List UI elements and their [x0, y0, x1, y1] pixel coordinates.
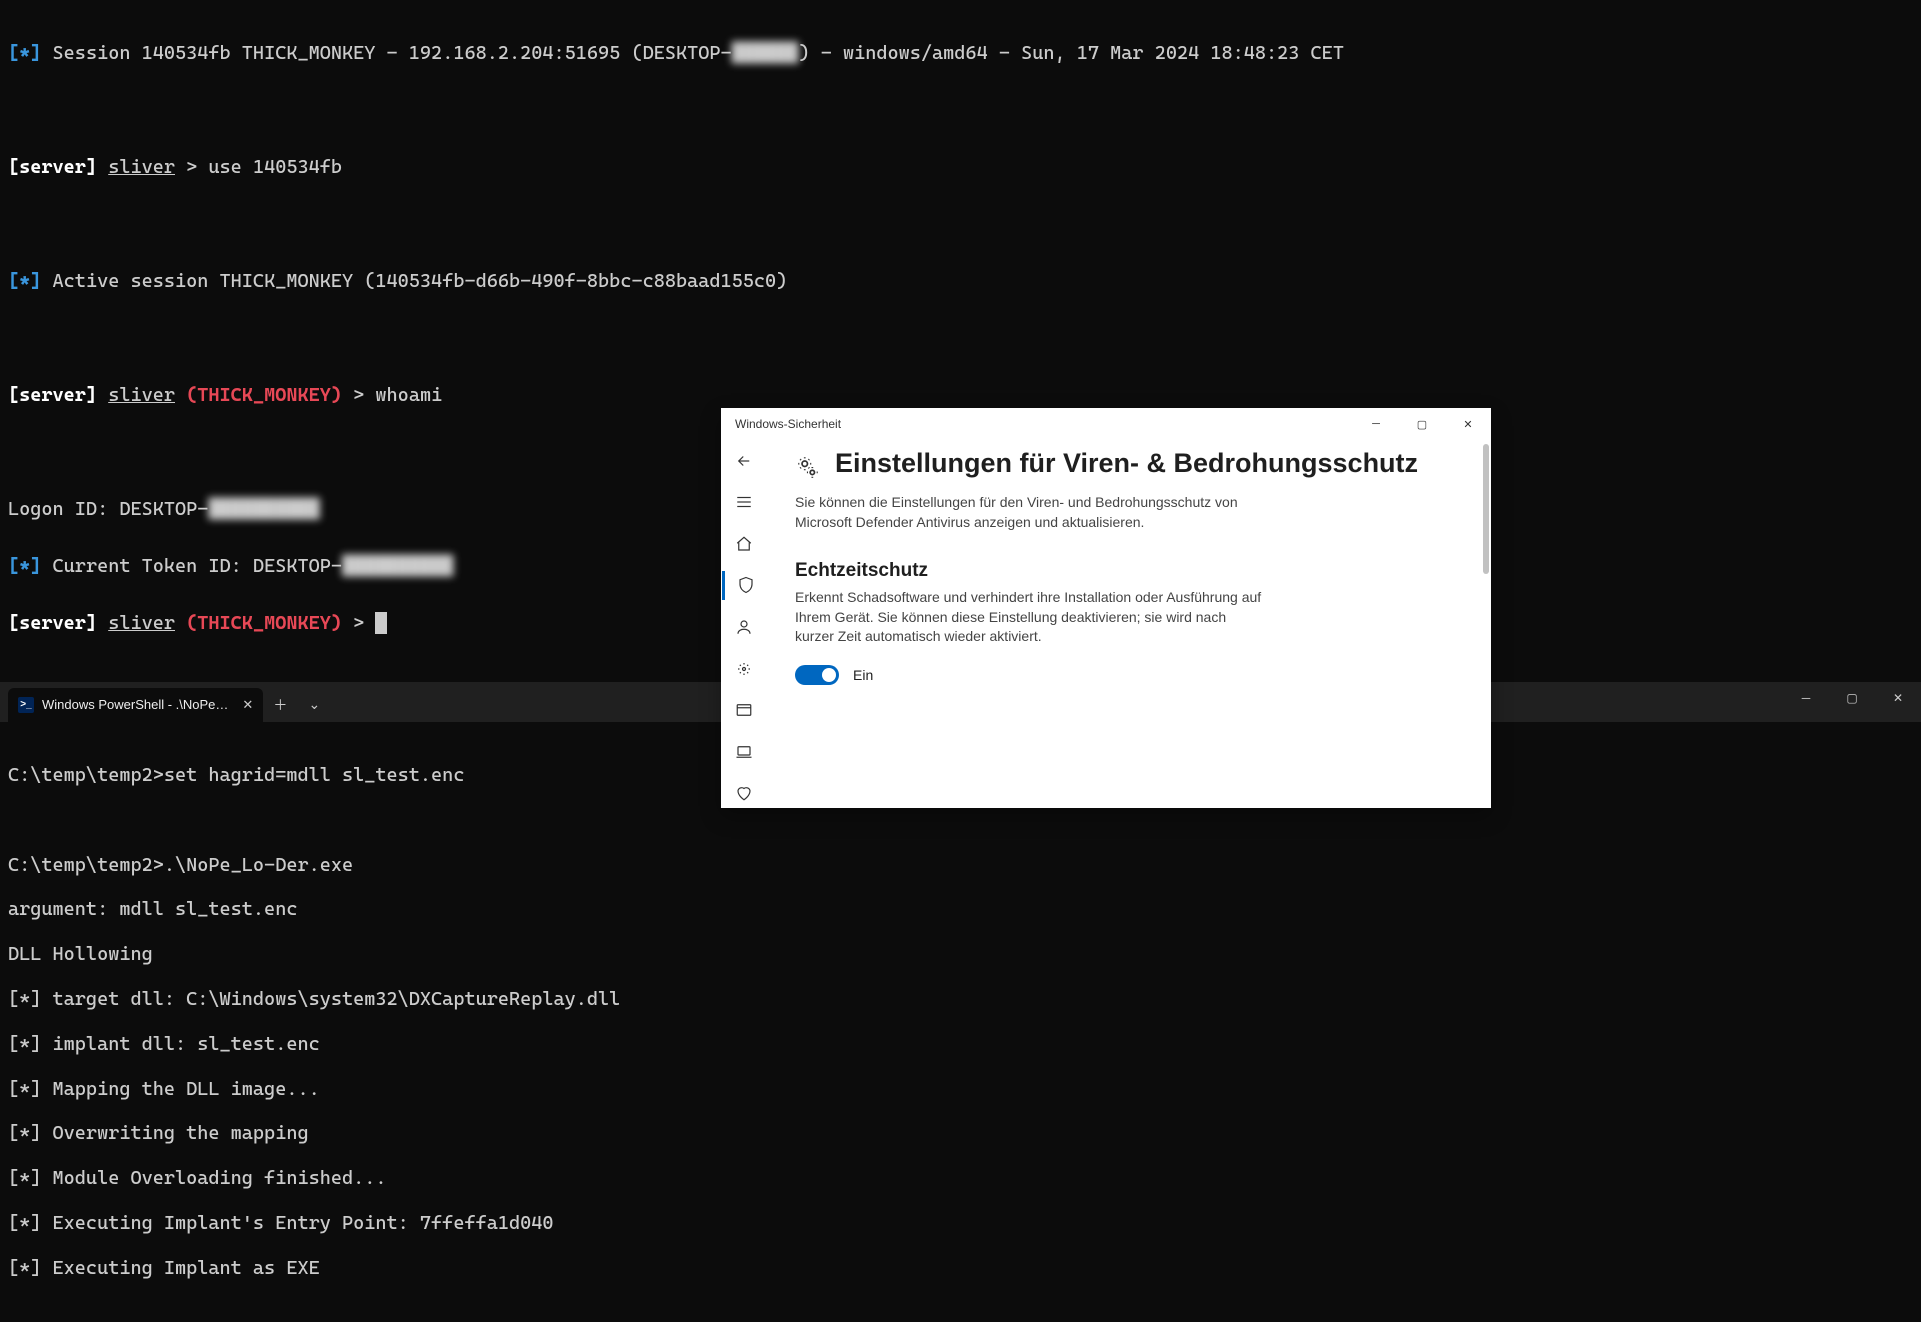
close-window-button[interactable]: ✕	[1875, 682, 1921, 714]
blank-line	[8, 96, 1913, 125]
powershell-output: C:\temp\temp2>set hagrid=mdll sl_test.en…	[0, 722, 1921, 1322]
winsec-section-description: Erkennt Schadsoftware und verhindert ihr…	[795, 588, 1265, 647]
home-icon[interactable]	[722, 529, 766, 559]
blank-line	[8, 324, 1913, 353]
device-security-icon[interactable]	[722, 737, 766, 767]
winsec-minimize-button[interactable]: ─	[1353, 409, 1399, 439]
winsec-nav	[721, 440, 767, 808]
cursor	[375, 612, 387, 634]
back-button[interactable]	[722, 446, 766, 476]
toggle-label: Ein	[853, 667, 873, 683]
ps-line	[8, 809, 1913, 831]
tab-close-button[interactable]: ✕	[242, 697, 253, 713]
ps-line: [*] target dll: C:\Windows\system32\DXCa…	[8, 988, 1913, 1010]
tab-dropdown-button[interactable]: ⌄	[297, 688, 331, 722]
ps-line: [*] implant dll: sl_test.enc	[8, 1033, 1913, 1055]
winsec-title-label: Windows-Sicherheit	[735, 417, 841, 431]
tab-title: Windows PowerShell - .\NoPe…	[42, 697, 228, 712]
powershell-icon: >_	[18, 697, 34, 713]
winsec-heading-row: Einstellungen für Viren- & Bedrohungssch…	[795, 446, 1463, 481]
sliver-active-line: [*] Active session THICK_MONKEY (140534f…	[8, 267, 1913, 296]
sliver-prompt-use: [server] sliver > use 140534fb	[8, 153, 1913, 182]
new-tab-button[interactable]: ＋	[263, 688, 297, 722]
toggle-knob	[822, 668, 836, 682]
terminal-tab-active[interactable]: >_ Windows PowerShell - .\NoPe… ✕	[8, 688, 263, 722]
device-health-icon[interactable]	[722, 779, 766, 809]
window-controls: ─ ▢ ✕	[1783, 682, 1921, 714]
minimize-button[interactable]: ─	[1783, 682, 1829, 714]
blank-line	[8, 210, 1913, 239]
account-icon[interactable]	[722, 612, 766, 642]
ps-line: DLL Hollowing	[8, 943, 1913, 965]
winsec-maximize-button[interactable]: ▢	[1399, 409, 1445, 439]
winsec-window-controls: ─ ▢ ✕	[1353, 409, 1491, 439]
toggle-row: Ein	[795, 665, 1463, 685]
realtime-protection-toggle[interactable]	[795, 665, 839, 685]
sliver-prompt-whoami: [server] sliver (THICK_MONKEY) > whoami	[8, 381, 1913, 410]
winsec-section-heading: Echtzeitschutz	[795, 560, 1463, 582]
ps-line: C:\temp\temp2>.\NoPe_Lo-Der.exe	[8, 854, 1913, 876]
winsec-title-bar[interactable]: Windows-Sicherheit ─ ▢ ✕	[721, 408, 1491, 440]
winsec-heading: Einstellungen für Viren- & Bedrohungssch…	[835, 446, 1418, 481]
winsec-body: Einstellungen für Viren- & Bedrohungssch…	[721, 440, 1491, 808]
app-browser-icon[interactable]	[722, 695, 766, 725]
maximize-button[interactable]: ▢	[1829, 682, 1875, 714]
sliver-session-line: [*] Session 140534fb THICK_MONKEY - 192.…	[8, 39, 1913, 68]
firewall-icon[interactable]	[722, 654, 766, 684]
ps-line: [*] Executing Implant as EXE	[8, 1257, 1913, 1279]
ps-line: [*] Module Overloading finished...	[8, 1167, 1913, 1189]
settings-gear-icon	[795, 454, 821, 480]
ps-line: [*] Mapping the DLL image...	[8, 1078, 1913, 1100]
scrollbar[interactable]	[1483, 444, 1489, 574]
windows-security-window: Windows-Sicherheit ─ ▢ ✕	[721, 408, 1491, 808]
shield-icon[interactable]	[722, 571, 766, 601]
winsec-description: Sie können die Einstellungen für den Vir…	[795, 493, 1265, 532]
ps-line: argument: mdll sl_test.enc	[8, 898, 1913, 920]
winsec-close-button[interactable]: ✕	[1445, 409, 1491, 439]
ps-line: [*] Overwriting the mapping	[8, 1122, 1913, 1144]
hamburger-menu-icon[interactable]	[722, 488, 766, 518]
winsec-content: Einstellungen für Viren- & Bedrohungssch…	[767, 440, 1491, 808]
ps-line: [*] Executing Implant's Entry Point: 7ff…	[8, 1212, 1913, 1234]
